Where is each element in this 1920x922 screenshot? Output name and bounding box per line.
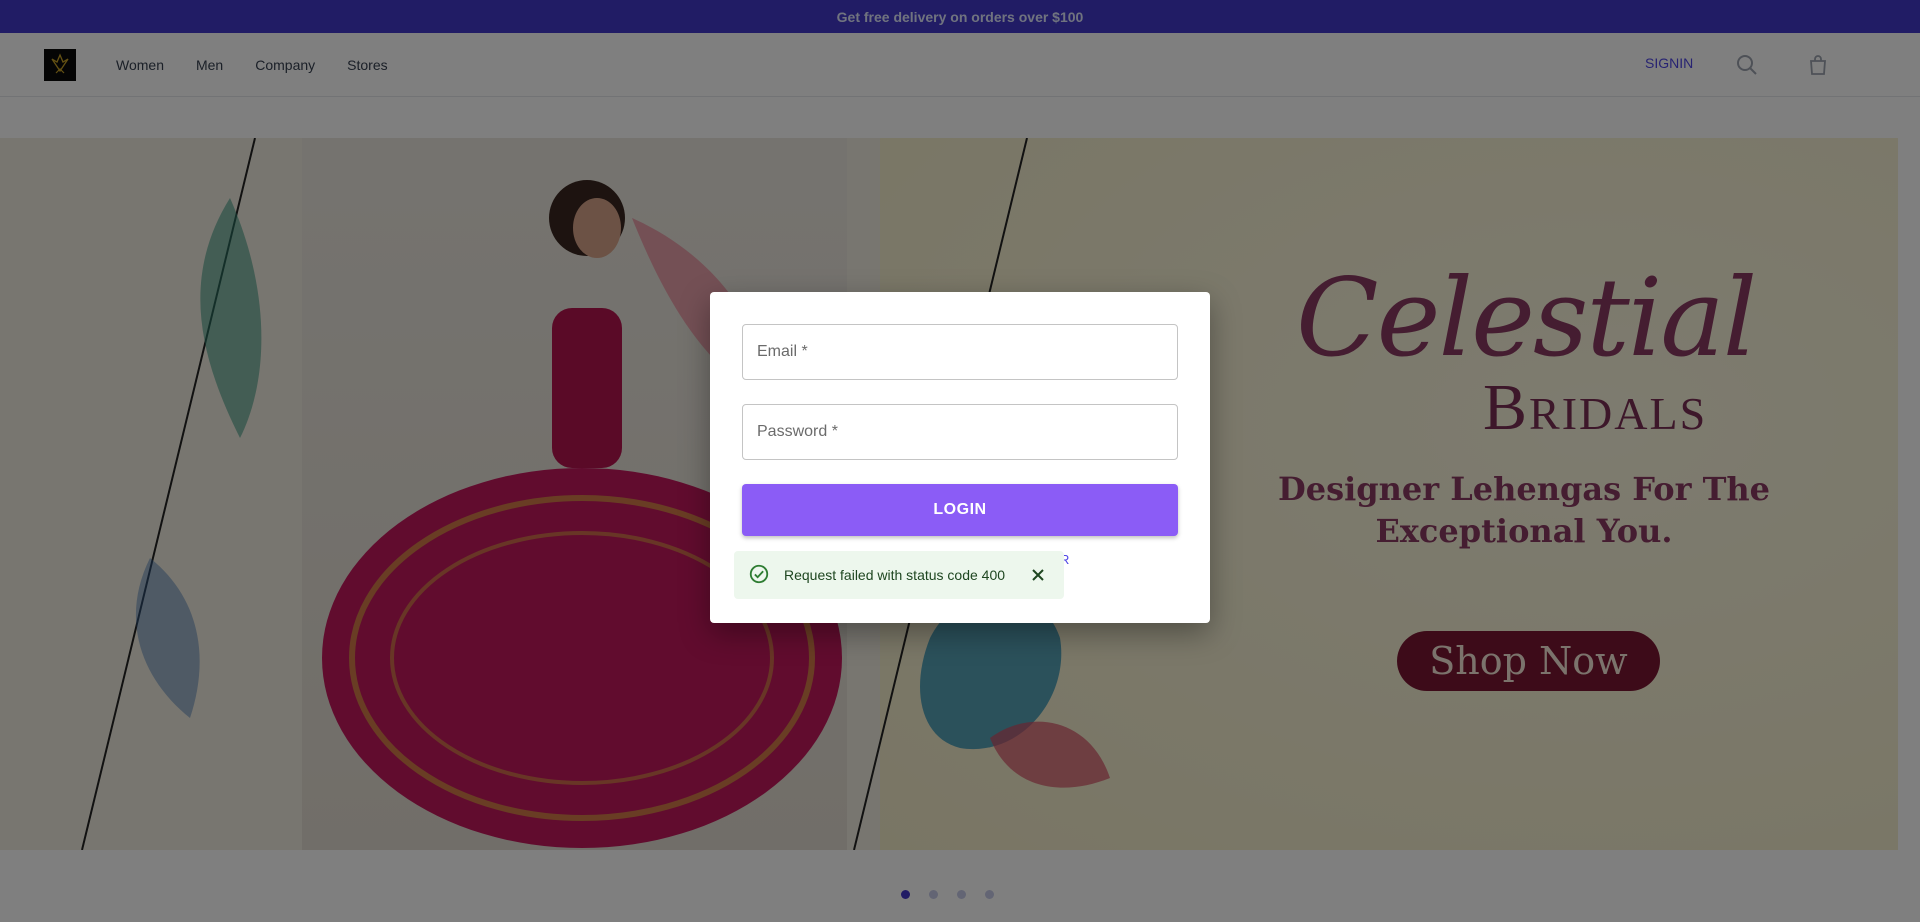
login-button[interactable]: LOGIN <box>742 484 1178 536</box>
toast-message: Request failed with status code 400 <box>784 567 1006 583</box>
email-field[interactable] <box>742 324 1178 380</box>
check-circle-icon <box>748 563 770 588</box>
error-toast: Request failed with status code 400 <box>734 551 1064 599</box>
password-field[interactable] <box>742 404 1178 460</box>
close-icon[interactable] <box>1026 563 1050 587</box>
